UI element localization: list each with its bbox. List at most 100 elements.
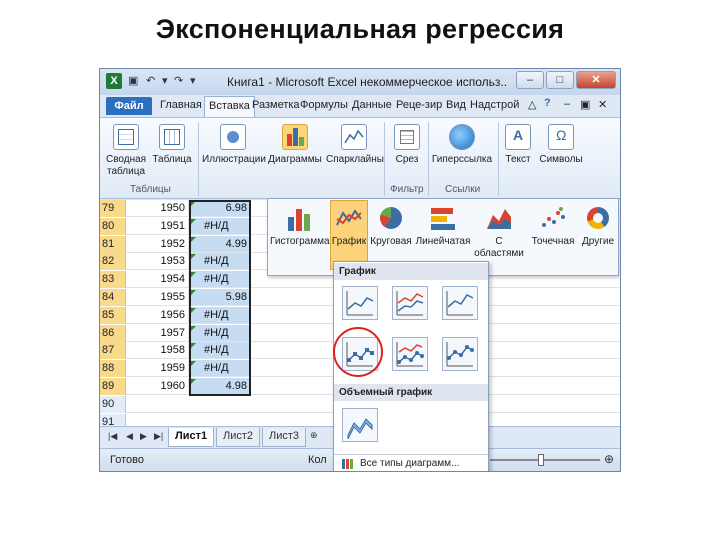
row-number[interactable]: 82 [100, 253, 126, 271]
window-close-icon[interactable]: ✕ [598, 98, 607, 111]
maximize-button[interactable]: □ [546, 71, 574, 89]
window-restore-icon[interactable]: ▣ [580, 98, 590, 111]
chart-type-scatter[interactable]: Точечная [528, 205, 578, 248]
year-cell[interactable]: 1953 [127, 253, 189, 270]
line-thumb-2[interactable] [392, 286, 428, 320]
insert-sheet-icon[interactable]: ⊕ [310, 430, 318, 441]
year-cell[interactable]: 1954 [127, 271, 189, 288]
line-thumb-1[interactable] [342, 286, 378, 320]
row-number[interactable]: 90 [100, 395, 126, 413]
close-button[interactable]: ✕ [576, 71, 616, 89]
line-with-markers-thumb-1[interactable] [342, 337, 378, 371]
year-cell[interactable]: 1956 [127, 306, 189, 323]
last-sheet-icon[interactable]: ▶| [154, 431, 163, 442]
tab-review[interactable]: Реце-зир [396, 99, 442, 111]
tab-file[interactable]: Файл [106, 97, 152, 115]
chart-type-histogram[interactable]: Гистограмма [270, 205, 330, 248]
pie-chart-icon [377, 205, 405, 231]
value-cell[interactable]: #Н/Д [190, 217, 250, 234]
zoom-in-icon[interactable]: ⊕ [604, 452, 614, 466]
ribbon-separator [198, 122, 199, 196]
chart-type-pie[interactable]: Круговая [370, 205, 412, 248]
value-cell[interactable]: #Н/Д [190, 253, 250, 270]
tab-view[interactable]: Вид [446, 99, 466, 111]
sheet-tab-2[interactable]: Лист2 [216, 428, 261, 447]
year-cell[interactable]: 1952 [127, 235, 189, 252]
value-cell[interactable]: #Н/Д [190, 360, 250, 377]
help-icon[interactable]: ? [544, 97, 551, 109]
line-3d-thumb[interactable] [342, 408, 378, 442]
value-cell[interactable]: 4.99 [190, 235, 250, 252]
first-sheet-icon[interactable]: |◀ [108, 431, 117, 442]
illustrations-button[interactable]: Иллюстрации [202, 124, 266, 166]
line-with-markers-thumb-3[interactable] [442, 337, 478, 371]
redo-icon[interactable]: ↷ [174, 74, 183, 87]
cell-value: #Н/Д [204, 326, 229, 339]
charts-button[interactable]: Диаграммы [266, 124, 324, 166]
pivot-table-button[interactable]: Сводная таблица [106, 124, 146, 178]
value-cell[interactable]: 4.98 [190, 378, 250, 394]
slicer-button[interactable]: Срез [390, 124, 424, 166]
undo-icon[interactable]: ↶ [146, 74, 155, 87]
row-number[interactable]: 88 [100, 360, 126, 378]
year-cell[interactable]: 1959 [127, 360, 189, 377]
minimize-button[interactable]: – [516, 71, 544, 89]
row-number[interactable]: 86 [100, 324, 126, 342]
value-cell[interactable]: #Н/Д [190, 306, 250, 323]
value-cell[interactable]: #Н/Д [190, 324, 250, 341]
sparklines-button[interactable]: Спарклайны [326, 124, 384, 166]
row-number[interactable]: 83 [100, 271, 126, 289]
row-number[interactable]: 80 [100, 217, 126, 235]
chart-type-bar[interactable]: Линейчатая [414, 205, 472, 248]
year-cell[interactable]: 1950 [127, 200, 189, 216]
other-label: Другие [581, 236, 615, 247]
zoom-thumb[interactable] [538, 454, 544, 466]
tab-insert[interactable]: Вставка [204, 96, 255, 117]
tab-home[interactable]: Главная [160, 99, 202, 111]
chart-type-area[interactable]: С областями [474, 205, 524, 260]
save-icon[interactable]: ▣ [128, 74, 138, 87]
year-cell[interactable]: 1955 [127, 289, 189, 305]
value-cell[interactable]: 5.98 [190, 289, 250, 305]
customize-qat-icon[interactable]: ▾ [190, 74, 196, 87]
window-min-icon[interactable]: – [564, 98, 570, 110]
tab-layout[interactable]: Разметка [252, 99, 300, 111]
all-chart-types-link[interactable]: Все типы диаграмм... [334, 454, 488, 471]
chart-type-other[interactable]: Другие [578, 205, 618, 248]
text-label: Текст [505, 154, 531, 165]
value-cell[interactable]: #Н/Д [190, 342, 250, 359]
year-cell[interactable]: 1960 [127, 378, 189, 394]
zoom-slider[interactable] [490, 459, 600, 461]
next-sheet-icon[interactable]: ▶ [140, 431, 147, 442]
globe-icon [449, 124, 475, 150]
sheet-tab-1[interactable]: Лист1 [168, 428, 215, 447]
year-cell[interactable]: 1951 [127, 217, 189, 234]
tab-data[interactable]: Данные [352, 99, 392, 111]
status-ready: Готово [110, 454, 144, 466]
histogram-label: Гистограмма [270, 236, 330, 247]
tab-formulas[interactable]: Формулы [300, 99, 348, 111]
row-number[interactable]: 85 [100, 306, 126, 324]
symbols-button[interactable]: Ω Символы [538, 124, 584, 166]
year-cell[interactable]: 1957 [127, 324, 189, 341]
value-cell[interactable]: #Н/Д [190, 271, 250, 288]
prev-sheet-icon[interactable]: ◀ [126, 431, 133, 442]
tab-addins[interactable]: Надстрой [470, 99, 519, 111]
sheet-tab-3[interactable]: Лист3 [262, 428, 307, 447]
chart-type-line[interactable]: График [330, 200, 368, 270]
dropdown-icon[interactable]: ▾ [162, 74, 168, 87]
row-number[interactable]: 87 [100, 342, 126, 360]
minimize-ribbon-icon[interactable]: △ [528, 98, 536, 111]
table-button[interactable]: Таблица [152, 124, 192, 166]
row-number[interactable]: 89 [100, 378, 126, 395]
row-number[interactable]: 84 [100, 289, 126, 306]
text-button[interactable]: A Текст [502, 124, 534, 166]
excel-logo-icon[interactable]: X [106, 73, 122, 89]
hyperlink-button[interactable]: Гиперссылка [430, 124, 494, 166]
year-cell[interactable]: 1958 [127, 342, 189, 359]
row-number[interactable]: 81 [100, 235, 126, 253]
line-with-markers-thumb-2[interactable] [392, 337, 428, 371]
value-cell[interactable]: 6.98 [190, 200, 250, 216]
row-number[interactable]: 79 [100, 200, 126, 217]
line-thumb-3[interactable] [442, 286, 478, 320]
